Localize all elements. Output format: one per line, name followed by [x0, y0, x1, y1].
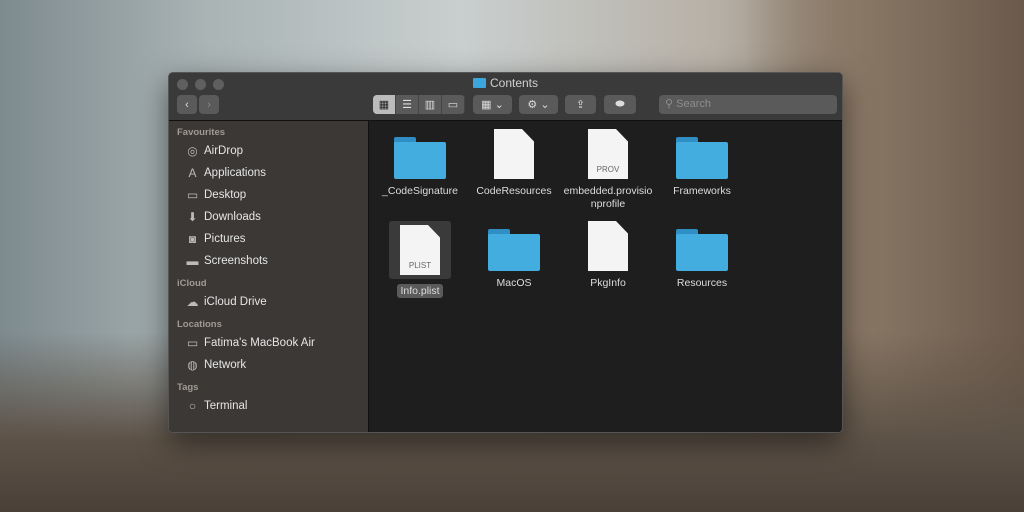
sidebar-header-favourites: Favourites [177, 127, 226, 138]
search-input[interactable]: ⚲ Search [659, 95, 837, 114]
document-icon: PROV [588, 129, 628, 179]
column-view-button[interactable]: ▥ [419, 95, 442, 114]
sidebar-item-downloads[interactable]: ⬇ Downloads [169, 206, 368, 228]
tag-button[interactable]: ⬬ [604, 95, 636, 114]
folder-icon [676, 137, 728, 179]
file-item[interactable]: PLIST Info.plist [373, 221, 467, 298]
back-button[interactable]: ‹ [177, 95, 197, 114]
sidebar-item-label: AirDrop [204, 145, 243, 157]
file-icon-wrap [655, 229, 749, 271]
sidebar-item-label: Desktop [204, 189, 247, 201]
file-item[interactable]: _CodeSignature [373, 129, 467, 198]
group-button[interactable]: ▦ ⌄ [473, 95, 512, 114]
file-name: CodeResources [476, 185, 552, 197]
folder-icon [676, 229, 728, 271]
file-icon-grid: _CodeSignature CodeResources PROV embedded.… [370, 121, 842, 432]
sidebar-item-icloud-drive[interactable]: ☁ iCloud Drive [169, 291, 368, 313]
sidebar-header-locations: Locations [177, 319, 222, 330]
tags-item-icon: ○ [188, 399, 197, 413]
document-icon [588, 221, 628, 271]
favourites-item-icon: ◙ [188, 232, 197, 246]
action-gear-button[interactable]: ⚙ ⌄ [519, 95, 558, 114]
search-icon: ⚲ [665, 98, 677, 110]
window-title: Contents [169, 76, 842, 90]
sidebar-item-terminal[interactable]: ○ Terminal [169, 395, 368, 417]
view-mode-selector: ▦ ☰ ▥ ▭ [373, 95, 465, 114]
file-icon-wrap [561, 221, 655, 271]
sidebar-header-tags: Tags [177, 382, 199, 393]
favourites-item-icon: ▭ [186, 188, 199, 202]
sidebar-item-label: Terminal [204, 400, 248, 412]
sidebar-item-screenshots[interactable]: ▬ Screenshots [169, 250, 368, 272]
file-icon-wrap [467, 129, 561, 179]
sidebar-item-label: Network [204, 359, 247, 371]
file-icon-wrap [655, 137, 749, 179]
icon-view-button[interactable]: ▦ [373, 95, 396, 114]
icloud-item-icon: ☁ [186, 295, 199, 309]
file-item[interactable]: PkgInfo [561, 221, 655, 290]
file-name: embedded.provisionprofile [563, 185, 653, 210]
sidebar-item-desktop[interactable]: ▭ Desktop [169, 184, 368, 206]
sidebar-item-label: Applications [204, 167, 267, 179]
sidebar-item-label: iCloud Drive [204, 296, 267, 308]
share-button[interactable]: ⇪ [565, 95, 596, 114]
sidebar-item-label: Downloads [204, 211, 261, 223]
file-item[interactable]: CodeResources [467, 129, 561, 198]
sidebar-item-label: Pictures [204, 233, 246, 245]
sidebar-item-applications[interactable]: A Applications [169, 162, 368, 184]
file-item[interactable]: MacOS [467, 221, 561, 290]
locations-item-icon: ◍ [187, 358, 198, 372]
gallery-view-button[interactable]: ▭ [442, 95, 465, 114]
sidebar-item-label: Screenshots [204, 255, 268, 267]
file-name: MacOS [496, 277, 532, 289]
sidebar-header-icloud: iCloud [177, 278, 207, 289]
favourites-item-icon: ◎ [187, 144, 198, 158]
file-item[interactable]: PROV embedded.provisionprofile [561, 129, 655, 211]
file-name: Info.plist [373, 284, 467, 298]
document-icon [494, 129, 534, 179]
favourites-item-icon: ▬ [186, 254, 199, 268]
file-icon-wrap: PROV [561, 129, 655, 179]
folder-icon [472, 78, 486, 88]
favourites-item-icon: A [188, 166, 197, 180]
folder-icon [394, 137, 446, 179]
forward-button[interactable]: › [199, 95, 219, 114]
sidebar: Favourites ◎ AirDrop A Applications ▭ Desktop… [169, 121, 369, 432]
file-name: Frameworks [673, 185, 731, 197]
list-view-button[interactable]: ☰ [396, 95, 419, 114]
favourites-item-icon: ⬇ [187, 210, 198, 224]
file-name: Resources [676, 277, 728, 289]
sidebar-item-label: Fatima's MacBook Air [204, 337, 315, 349]
file-icon-wrap [467, 229, 561, 271]
sidebar-item-pictures[interactable]: ◙ Pictures [169, 228, 368, 250]
folder-icon [488, 229, 540, 271]
file-icon-wrap [373, 137, 467, 179]
toolbar: Contents ‹ › ▦ ☰ ▥ ▭ ▦ ⌄ ⚙ ⌄ ⇪ ⬬ ⚲ Searc… [169, 73, 842, 121]
sidebar-item-fatima-s-macbook-air[interactable]: ▭ Fatima's MacBook Air [169, 332, 368, 354]
document-icon: PLIST [400, 225, 440, 275]
file-name: _CodeSignature [382, 185, 458, 197]
file-name: PkgInfo [590, 277, 626, 289]
locations-item-icon: ▭ [186, 336, 199, 350]
file-icon-wrap: PLIST [389, 221, 451, 279]
file-item[interactable]: Frameworks [655, 129, 749, 198]
finder-window: Contents ‹ › ▦ ☰ ▥ ▭ ▦ ⌄ ⚙ ⌄ ⇪ ⬬ ⚲ Searc… [168, 72, 843, 433]
file-item[interactable]: Resources [655, 221, 749, 290]
sidebar-item-airdrop[interactable]: ◎ AirDrop [169, 140, 368, 162]
sidebar-item-network[interactable]: ◍ Network [169, 354, 368, 376]
